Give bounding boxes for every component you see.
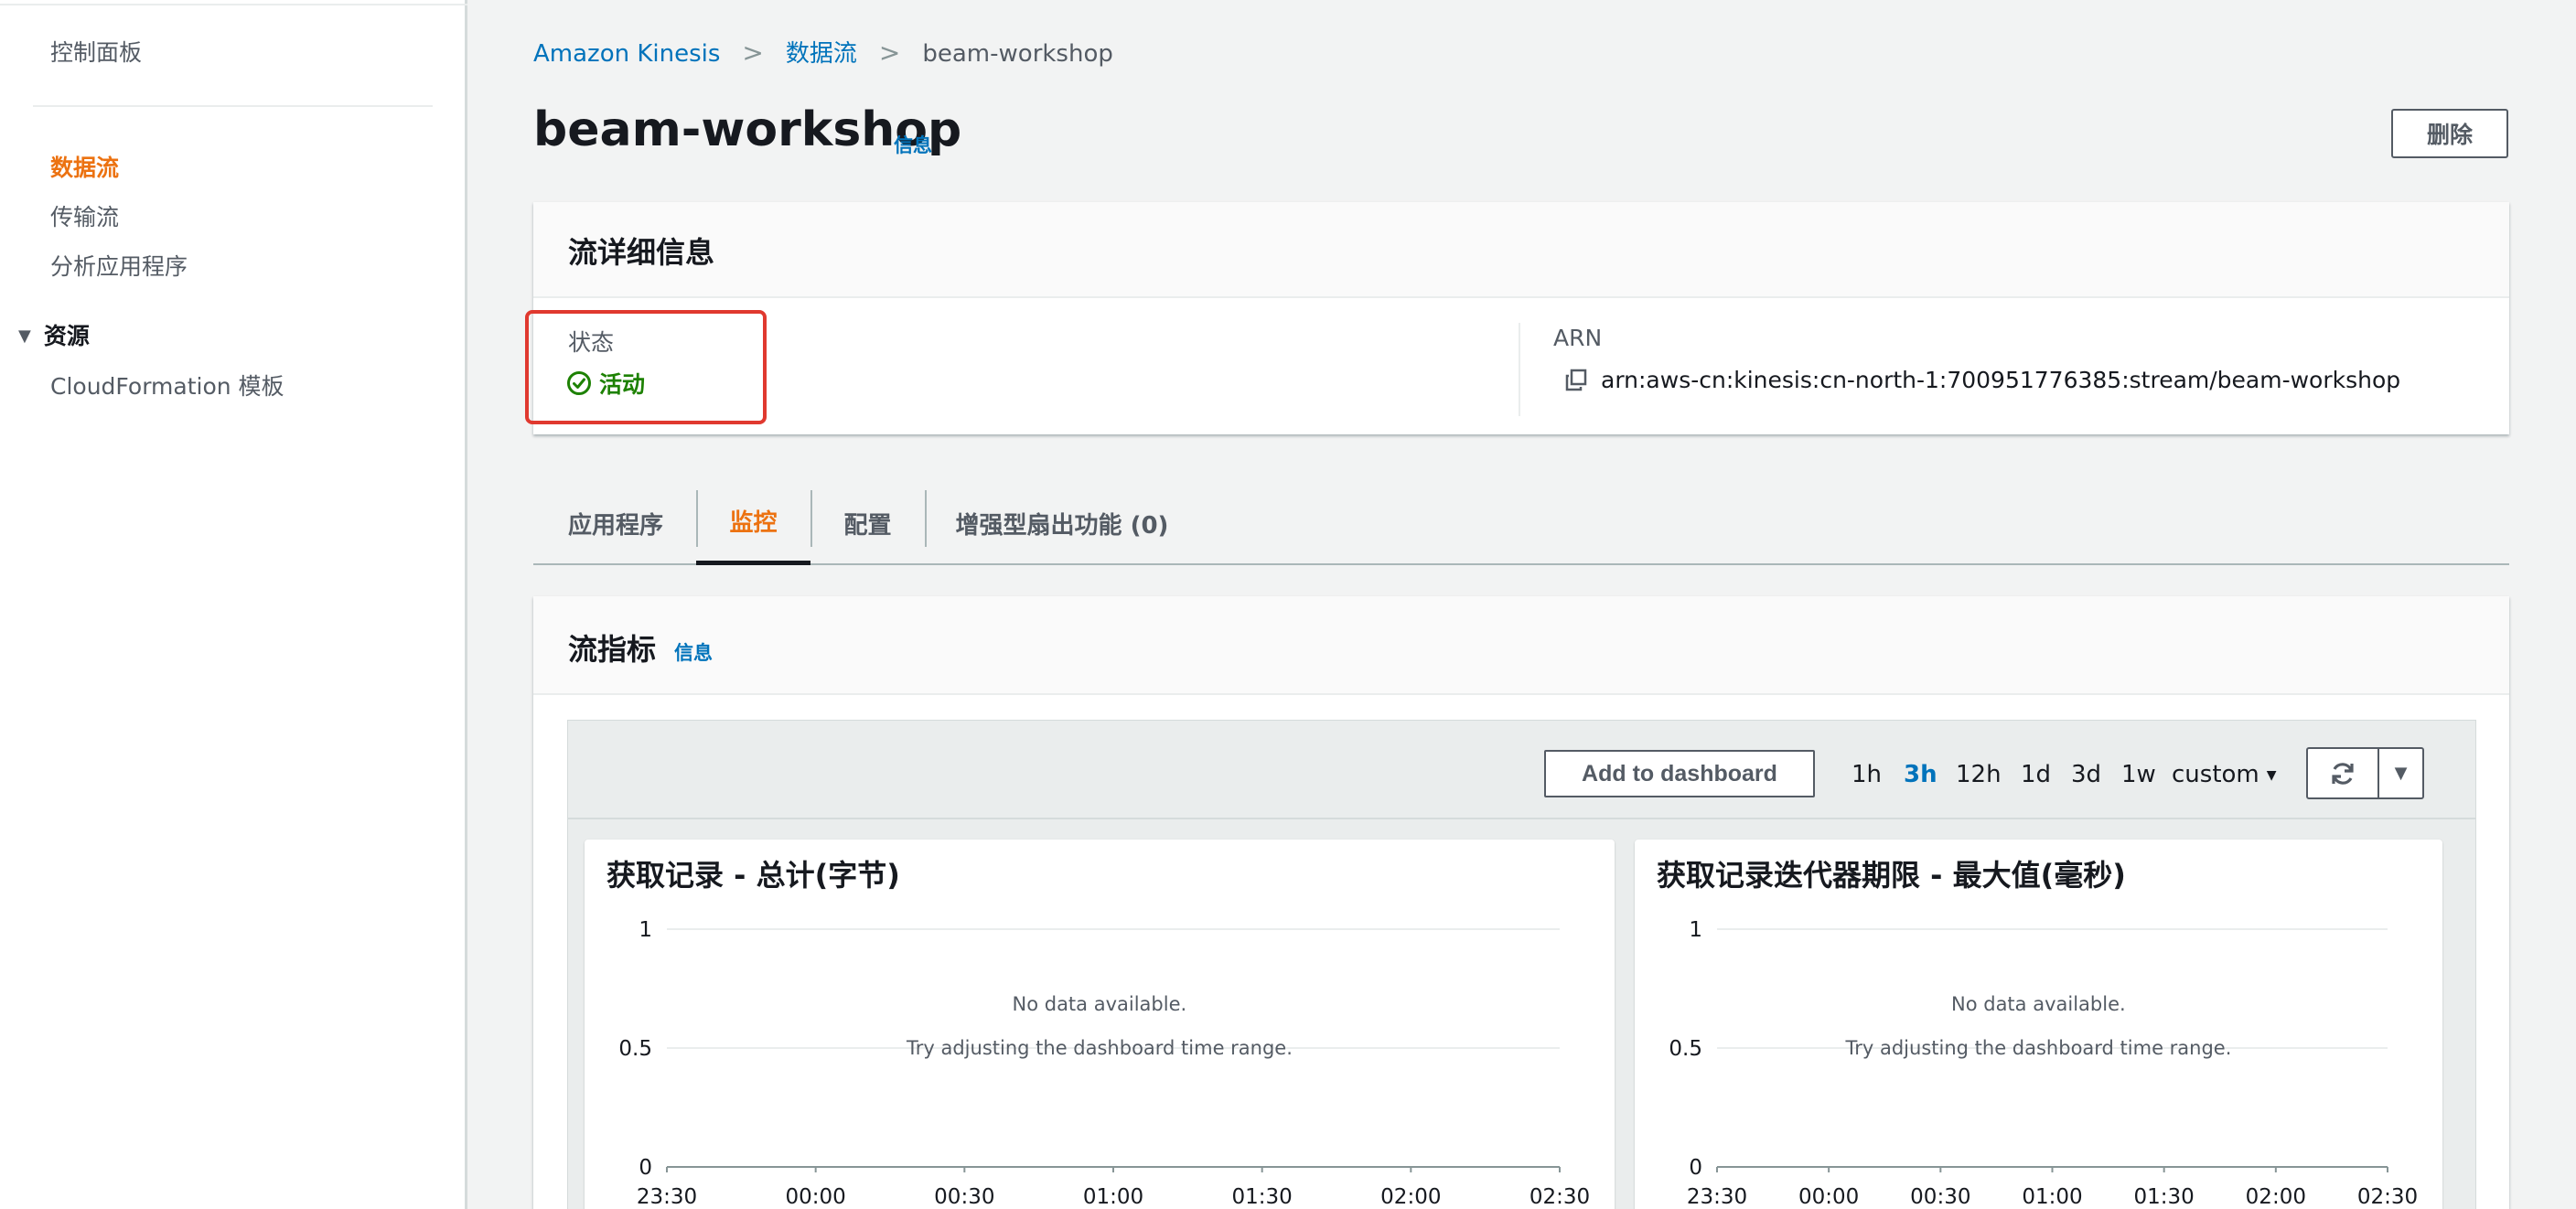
time-range-1h[interactable]: 1h <box>1852 761 1882 788</box>
sidebar: 控制面板 数据流 传输流 分析应用程序 ▼ 资源 CloudFormation 模… <box>0 0 467 1209</box>
time-range-3h[interactable]: 3h <box>1904 761 1937 788</box>
delete-button[interactable]: 删除 <box>2391 109 2508 158</box>
arn-label: ARN <box>1553 325 1603 351</box>
refresh-button[interactable] <box>2308 749 2379 797</box>
copy-icon[interactable] <box>1564 369 1588 392</box>
time-range-1d[interactable]: 1d <box>2021 761 2051 788</box>
x-tick-label: 01:30 <box>1232 1185 1293 1209</box>
x-tick-label: 02:30 <box>2357 1185 2418 1209</box>
sidebar-divider <box>33 105 433 107</box>
time-range-3d[interactable]: 3d <box>2071 761 2101 788</box>
no-data-hint: Try adjusting the dashboard time range. <box>907 1037 1293 1059</box>
sidebar-top-border <box>0 0 467 5</box>
x-tick-label: 01:30 <box>2134 1185 2195 1209</box>
x-tick-label: 00:30 <box>934 1185 994 1209</box>
dashboard-panel: Add to dashboard 1h 3h 12h 1d 3d 1w cust… <box>567 720 2476 1209</box>
tab-applications[interactable]: 应用程序 <box>533 481 698 565</box>
sidebar-item-analytics-apps[interactable]: 分析应用程序 <box>50 249 188 282</box>
breadcrumb-data-streams[interactable]: 数据流 <box>786 40 857 68</box>
x-tick-label: 00:30 <box>1910 1185 1970 1209</box>
sidebar-item-data-streams[interactable]: 数据流 <box>50 150 119 183</box>
x-tick-label: 02:00 <box>2246 1185 2306 1209</box>
y-tick-label: 1 <box>1689 918 1702 942</box>
status-value: 活动 <box>566 367 645 400</box>
x-tick-label: 02:30 <box>1530 1185 1590 1209</box>
dashboard-toolbar: Add to dashboard 1h 3h 12h 1d 3d 1w cust… <box>568 721 2475 819</box>
stream-details-title: 流详细信息 <box>568 235 715 270</box>
x-tick-label: 00:00 <box>1798 1185 1859 1209</box>
chart-canvas: 1 0.5 0 23:30 00:00 00:30 01:00 01:30 02:00 02:30… <box>1669 918 2418 1209</box>
status-highlight-box <box>525 310 767 424</box>
no-data-message: No data available. <box>1951 993 2126 1015</box>
caret-down-icon: ▼ <box>2394 764 2408 783</box>
time-range-custom-label: custom <box>2172 761 2259 788</box>
chart-widget-iterator-age: 1 0.5 0 23:30 00:00 00:30 01:00 01:30 02:00 02:30… <box>1635 840 2442 1209</box>
sidebar-item-dashboard[interactable]: 控制面板 <box>50 35 142 68</box>
breadcrumb-current: beam-workshop <box>922 40 1113 68</box>
x-tick-label: 23:30 <box>637 1185 697 1209</box>
stream-details-card: 流详细信息 状态 活动 ARN arn:aws-cn:kinesis:cn-no… <box>525 202 2509 434</box>
status-text: 活动 <box>599 371 646 398</box>
breadcrumb: Amazon Kinesis > 数据流 > beam-workshop <box>533 35 1113 69</box>
no-data-message: No data available. <box>1012 993 1187 1015</box>
title-info-link[interactable]: 信息 <box>894 131 932 158</box>
caret-down-icon: ▼ <box>18 326 31 346</box>
time-range-12h[interactable]: 12h <box>1956 761 2002 788</box>
stream-metrics-card: 流指标 信息 Add to dashboard 1h 3h 12h 1d 3d … <box>533 596 2509 1209</box>
chevron-right-icon: > <box>878 37 901 68</box>
y-tick-label: 0.5 <box>618 1037 652 1061</box>
chart-canvas: 1 0.5 0 23:30 00:00 00:30 01:00 01:30 02:00 02:30… <box>618 918 1590 1209</box>
sidebar-section-label: 资源 <box>43 323 90 349</box>
stream-metrics-title: 流指标 <box>568 632 657 667</box>
chart-title: 获取记录迭代器期限 - 最大值(毫秒) <box>1657 858 2126 893</box>
time-range-1w[interactable]: 1w <box>2121 761 2156 788</box>
breadcrumb-kinesis[interactable]: Amazon Kinesis <box>533 40 720 68</box>
x-tick-label: 01:00 <box>1083 1185 1143 1209</box>
time-range-custom[interactable]: custom ▼ <box>2172 761 2277 788</box>
refresh-icon <box>2332 762 2354 785</box>
y-tick-label: 0.5 <box>1669 1037 1702 1061</box>
y-tick-label: 0 <box>1689 1156 1702 1180</box>
tab-bar: 应用程序 监控 配置 增强型扇出功能 (0) <box>533 481 2509 565</box>
y-tick-label: 1 <box>639 918 652 942</box>
caret-down-icon: ▼ <box>2266 768 2277 783</box>
chart-title: 获取记录 - 总计(字节) <box>606 858 900 893</box>
x-tick-label: 00:00 <box>786 1185 846 1209</box>
column-divider <box>1519 323 1520 416</box>
status-label: 状态 <box>568 329 615 356</box>
sidebar-section-resources[interactable]: ▼ 资源 <box>18 318 90 351</box>
metrics-info-link[interactable]: 信息 <box>674 638 713 666</box>
x-tick-label: 02:00 <box>1380 1185 1441 1209</box>
no-data-hint: Try adjusting the dashboard time range. <box>1845 1037 2232 1059</box>
card-header: 流详细信息 <box>533 202 2509 298</box>
arn-text: arn:aws-cn:kinesis:cn-north-1:7009517763… <box>1601 367 2401 393</box>
sidebar-item-cloudformation[interactable]: CloudFormation 模板 <box>50 369 284 401</box>
tab-configuration[interactable]: 配置 <box>810 481 925 565</box>
check-circle-icon <box>567 371 591 395</box>
tab-monitoring[interactable]: 监控 <box>696 481 810 565</box>
sidebar-item-delivery-streams[interactable]: 传输流 <box>50 199 119 232</box>
chevron-right-icon: > <box>742 37 764 68</box>
y-tick-label: 0 <box>639 1156 652 1180</box>
x-tick-label: 23:30 <box>1687 1185 1747 1209</box>
chart-widget-get-records-bytes: 1 0.5 0 23:30 00:00 00:30 01:00 01:30 02:00 02:30… <box>585 840 1615 1209</box>
add-to-dashboard-button[interactable]: Add to dashboard <box>1544 750 1815 797</box>
card-header: 流指标 信息 <box>533 596 2509 695</box>
refresh-control: ▼ <box>2306 747 2424 799</box>
x-tick-label: 01:00 <box>2022 1185 2082 1209</box>
arn-value: arn:aws-cn:kinesis:cn-north-1:7009517763… <box>1564 367 2400 393</box>
refresh-dropdown-button[interactable]: ▼ <box>2379 749 2422 797</box>
tab-enhanced-fanout[interactable]: 增强型扇出功能 (0) <box>925 481 1199 565</box>
